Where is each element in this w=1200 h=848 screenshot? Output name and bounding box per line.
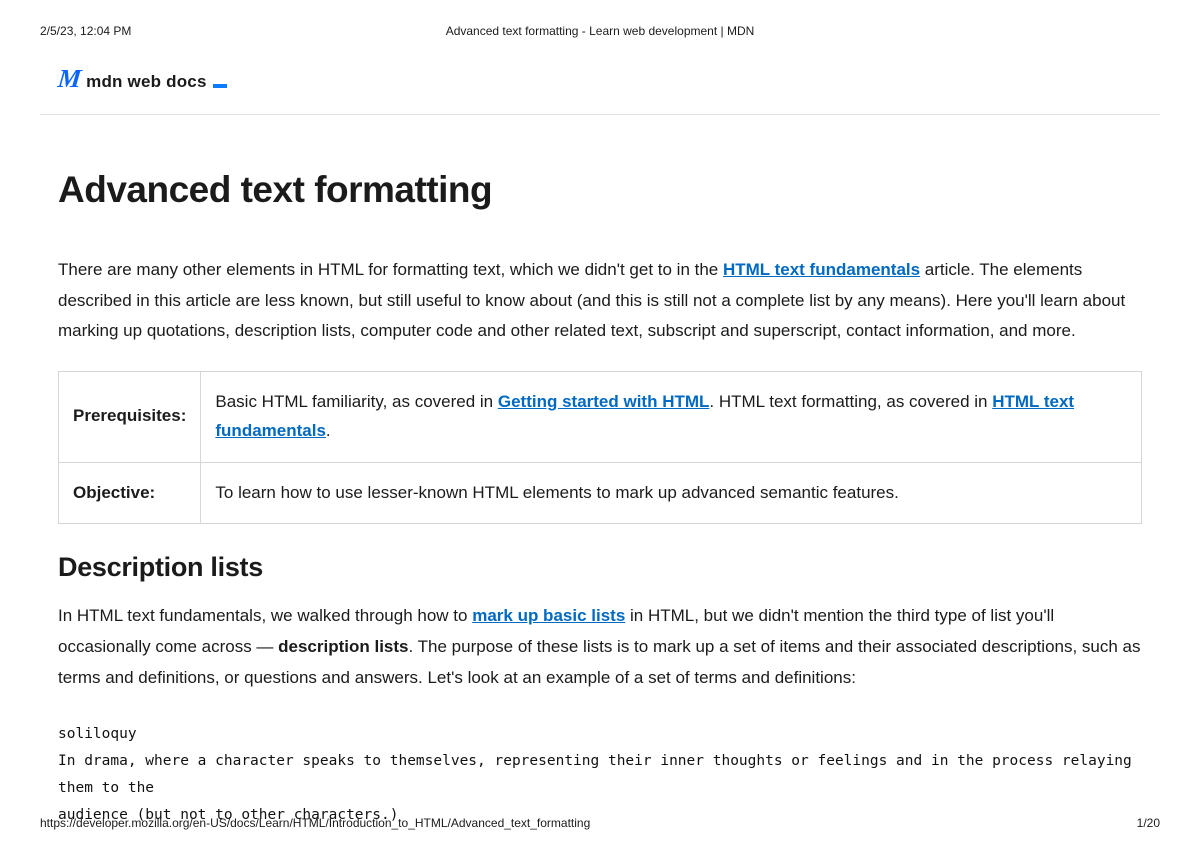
table-row: Objective: To learn how to use lesser-kn… (59, 462, 1142, 524)
print-page-indicator: 1/20 (1137, 816, 1160, 830)
description-lists-paragraph: In HTML text fundamentals, we walked thr… (58, 601, 1142, 693)
section-heading-description-lists: Description lists (58, 552, 1142, 583)
code-example: soliloquy In drama, where a character sp… (58, 721, 1142, 828)
site-logo: M mdn web docs (40, 56, 1160, 115)
cursor-icon (213, 84, 227, 88)
objective-label: Objective: (59, 462, 201, 524)
print-doc-title: Advanced text formatting - Learn web dev… (40, 24, 1160, 38)
link-getting-started-html[interactable]: Getting started with HTML (498, 392, 710, 411)
intro-paragraph: There are many other elements in HTML fo… (58, 255, 1142, 347)
objective-value: To learn how to use lesser-known HTML el… (201, 462, 1142, 524)
mdn-logo-icon: M (56, 64, 81, 94)
strong-description-lists: description lists (278, 637, 408, 656)
page-title: Advanced text formatting (58, 169, 1142, 211)
meta-table: Prerequisites: Basic HTML familiarity, a… (58, 371, 1142, 525)
link-html-text-fundamentals[interactable]: HTML text fundamentals (723, 260, 920, 279)
prerequisites-value: Basic HTML familiarity, as covered in Ge… (201, 371, 1142, 462)
prerequisites-label: Prerequisites: (59, 371, 201, 462)
print-header: 2/5/23, 12:04 PM Advanced text formattin… (40, 24, 1160, 38)
link-mark-up-basic-lists[interactable]: mark up basic lists (472, 606, 625, 625)
table-row: Prerequisites: Basic HTML familiarity, a… (59, 371, 1142, 462)
print-footer: https://developer.mozilla.org/en-US/docs… (40, 816, 1160, 830)
mdn-logo-text: mdn web docs (86, 72, 206, 92)
print-url: https://developer.mozilla.org/en-US/docs… (40, 816, 590, 830)
